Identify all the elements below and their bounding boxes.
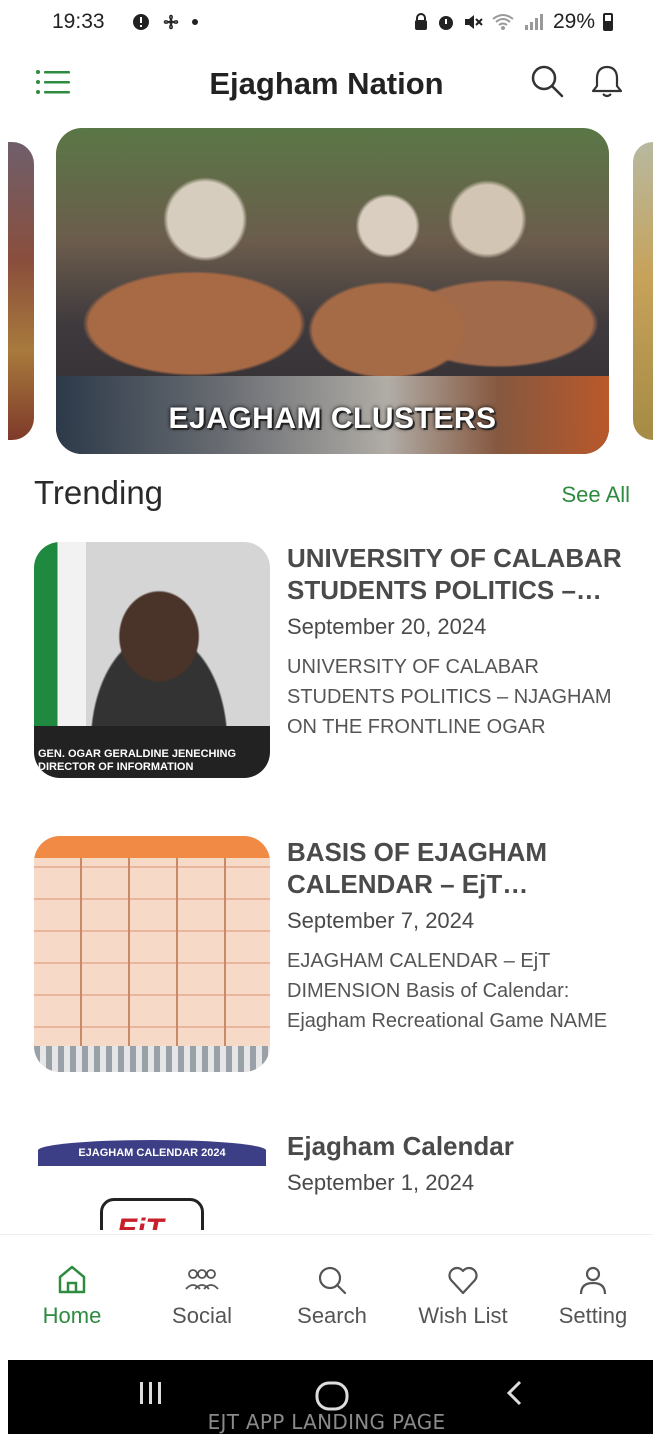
recent-apps-icon xyxy=(140,1382,161,1404)
calendar-footer-strip xyxy=(34,1046,270,1072)
article-text: Ejagham Calendar September 1, 2024 xyxy=(287,1130,632,1198)
article-date: September 1, 2024 xyxy=(287,1170,475,1195)
carousel-slide-next[interactable] xyxy=(633,142,653,440)
search-icon xyxy=(531,65,564,98)
dot-icon xyxy=(191,19,198,25)
battery-percent: 29% xyxy=(552,10,595,33)
nav-label-home: Home xyxy=(42,1303,102,1328)
article-thumbnail[interactable]: GEN. OGAR GERALDINE JENECHING DIRECTOR O… xyxy=(34,542,270,778)
thumbnail-caption-name: GEN. OGAR GERALDINE JENECHING xyxy=(38,748,237,760)
menu-button[interactable] xyxy=(34,66,72,98)
article-title[interactable]: UNIVERSITY OF CALABAR STUDENTS POLITICS … xyxy=(287,542,632,606)
bell-icon xyxy=(591,65,623,98)
notification-icons xyxy=(131,12,199,32)
article-title[interactable]: Ejagham Calendar xyxy=(287,1130,632,1162)
nav-label-social: Social xyxy=(172,1303,232,1328)
home-circle-icon xyxy=(315,1381,349,1411)
carousel-slide[interactable]: EJAGHAM CLUSTERS xyxy=(56,128,609,454)
user-icon xyxy=(579,1266,607,1295)
article-text: UNIVERSITY OF CALABAR STUDENTS POLITICS … xyxy=(287,542,632,742)
article-text: BASIS OF EJAGHAM CALENDAR – EjT Dimensio… xyxy=(287,836,632,1036)
carousel-slide-previous[interactable] xyxy=(8,142,34,440)
signal-icon xyxy=(524,14,543,30)
article-title[interactable]: BASIS OF EJAGHAM CALENDAR – EjT Dimensio… xyxy=(287,836,632,900)
app-bar: Ejagham Nation xyxy=(0,52,653,114)
nav-item-wish-list[interactable]: Wish List xyxy=(408,1263,518,1329)
article-thumbnail[interactable] xyxy=(34,836,270,1072)
status-time: 19:33 xyxy=(52,10,105,33)
back-icon xyxy=(506,1380,522,1406)
system-status-icons: 29% xyxy=(413,10,613,34)
featured-carousel[interactable]: EJAGHAM CLUSTERS xyxy=(0,128,653,454)
fan-icon xyxy=(163,14,178,30)
mute-icon xyxy=(464,15,483,29)
carousel-slide-caption: EJAGHAM CLUSTERS xyxy=(168,402,497,435)
nav-label-setting: Setting xyxy=(558,1303,628,1328)
article-date: September 20, 2024 xyxy=(287,614,487,639)
thumbnail-banner: EJAGHAM CALENDAR 2024 xyxy=(38,1140,266,1166)
footer-caption: EJT APP LANDING PAGE xyxy=(207,1410,446,1434)
nav-item-social[interactable]: Social xyxy=(147,1263,257,1329)
article-date: September 7, 2024 xyxy=(287,908,475,933)
lock-icon xyxy=(414,13,427,30)
thumbnail-caption: GEN. OGAR GERALDINE JENECHING DIRECTOR O… xyxy=(38,748,236,774)
notifications-button[interactable] xyxy=(588,62,626,100)
search-icon xyxy=(318,1266,347,1295)
heart-icon xyxy=(448,1266,478,1295)
nav-item-search[interactable]: Search xyxy=(277,1263,387,1329)
article-card[interactable]: GEN. OGAR GERALDINE JENECHING DIRECTOR O… xyxy=(34,542,634,782)
calendar-header-strip xyxy=(34,836,270,858)
status-bar: 19:33 29% xyxy=(0,0,653,44)
recent-apps-button[interactable] xyxy=(136,1378,166,1413)
thumbnail-caption-role: DIRECTOR OF INFORMATION xyxy=(38,761,194,773)
battery-icon xyxy=(603,13,613,31)
ejt-logo: EjT xyxy=(100,1198,204,1230)
nav-item-home[interactable]: Home xyxy=(17,1263,127,1329)
nav-label-search: Search xyxy=(297,1303,367,1328)
article-card[interactable]: EJAGHAM CALENDAR 2024 EjT Ejagham Calend… xyxy=(34,1130,634,1230)
see-all-link[interactable]: See All xyxy=(562,482,631,508)
article-excerpt: UNIVERSITY OF CALABAR STUDENTS POLITICS … xyxy=(287,656,612,738)
alarm-icon xyxy=(438,16,453,30)
people-icon xyxy=(185,1269,219,1290)
trending-heading: Trending xyxy=(34,474,164,511)
menu-icon xyxy=(36,70,70,94)
article-thumbnail[interactable]: EJAGHAM CALENDAR 2024 EjT xyxy=(34,1130,270,1230)
alert-icon xyxy=(132,14,149,30)
back-button[interactable] xyxy=(502,1378,526,1413)
wifi-icon xyxy=(492,14,514,30)
nav-label-wish-list: Wish List xyxy=(418,1303,508,1328)
search-button[interactable] xyxy=(528,62,566,100)
ejt-logo-text: EjT xyxy=(117,1213,164,1230)
article-card[interactable]: BASIS OF EJAGHAM CALENDAR – EjT Dimensio… xyxy=(34,836,634,1076)
article-excerpt: EJAGHAM CALENDAR – EjT DIMENSION Basis o… xyxy=(287,950,608,1032)
home-icon xyxy=(58,1265,86,1294)
nav-item-setting[interactable]: Setting xyxy=(538,1263,648,1329)
bottom-navigation: Home Social Search Wish List Setting xyxy=(0,1234,653,1358)
